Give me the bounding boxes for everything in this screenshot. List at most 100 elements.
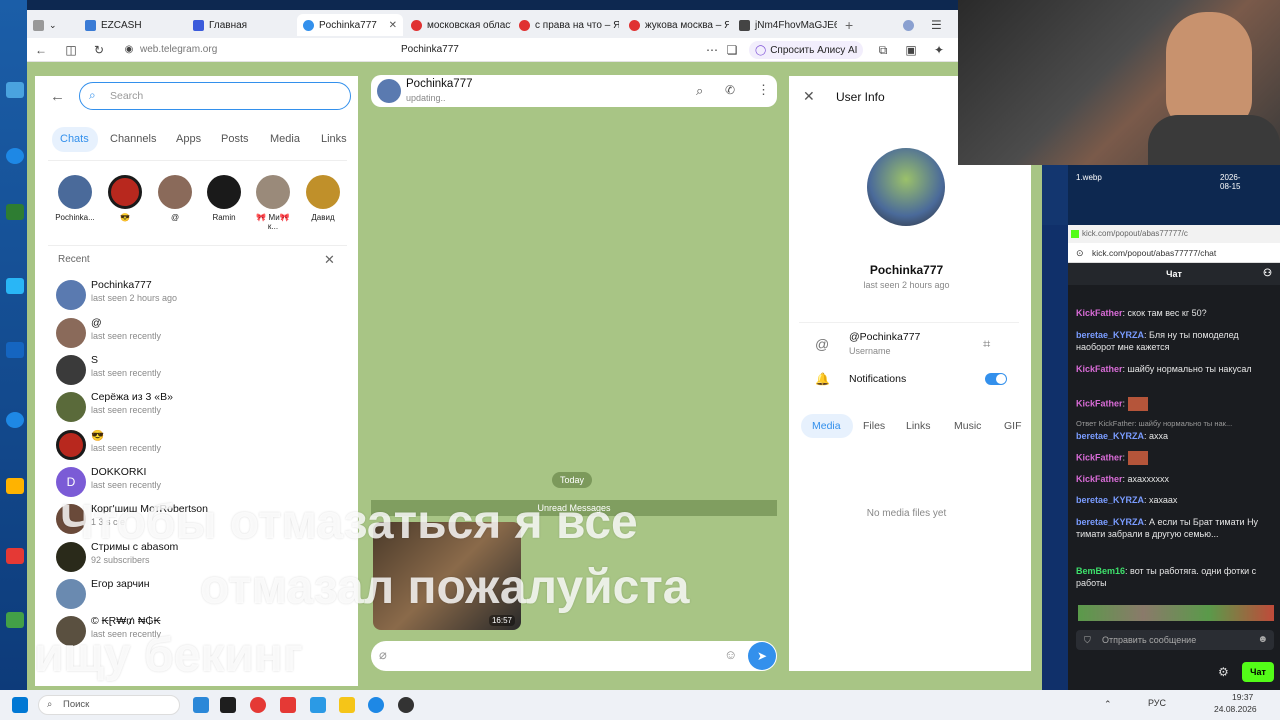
close-icon[interactable]: ✕	[803, 88, 815, 105]
phone-icon[interactable]: ✆	[725, 83, 735, 97]
chat-username[interactable]: beretae_KYRZA	[1076, 517, 1144, 527]
chat-username[interactable]: KickFather	[1076, 308, 1123, 318]
clock-time[interactable]: 19:37	[1232, 692, 1253, 702]
folder-icon[interactable]	[339, 697, 355, 713]
avatar[interactable]	[867, 148, 945, 226]
browser-tab[interactable]: жукова москва – Я	[629, 14, 729, 36]
browser-tab[interactable]: EZCASH	[85, 14, 181, 36]
list-item[interactable]: @ last seen recently	[56, 316, 336, 352]
frequent-contact[interactable]: @	[154, 175, 196, 222]
list-item[interactable]: 😎 last seen recently	[56, 428, 336, 464]
desktop-icon[interactable]	[6, 278, 24, 294]
extension-icon[interactable]: ⧉	[875, 42, 891, 58]
chat-username[interactable]: KickFather	[1076, 364, 1123, 374]
chat-username[interactable]: beretae_KYRZA	[1076, 495, 1144, 505]
alice-button[interactable]: ◯ Спросить Алису AI	[749, 41, 864, 59]
kick-url-bar[interactable]: ⊙ kick.com/popout/abas77777/chat	[1068, 243, 1280, 263]
yandex-browser-icon[interactable]	[280, 697, 296, 713]
browser-tab[interactable]: jNm4FhovMaGJE6i	[739, 14, 837, 36]
send-button[interactable]: ➤	[748, 642, 776, 670]
chrome-icon[interactable]	[250, 697, 266, 713]
edge-icon[interactable]	[6, 148, 24, 164]
menu-icon[interactable]: ☰	[931, 14, 945, 36]
chat-send-button[interactable]: Чат	[1242, 662, 1274, 682]
desktop-icon[interactable]	[6, 548, 24, 564]
chat-username[interactable]: beretae_KYRZA	[1076, 330, 1144, 340]
gear-icon[interactable]: ⚙	[1218, 665, 1229, 679]
tabs-overview-icon[interactable]: ◫	[63, 42, 79, 58]
back-icon[interactable]: ←	[33, 42, 49, 58]
tray-arrow-icon[interactable]: ⌃	[1104, 699, 1112, 710]
desktop-icon[interactable]	[6, 478, 24, 494]
desktop-icon[interactable]	[6, 82, 24, 98]
chat-header[interactable]: Pochinka777 updating.. ⌕ ✆ ⋮	[371, 75, 777, 107]
shield-icon[interactable]: ◉	[121, 42, 137, 58]
qr-code-icon[interactable]: ⌗	[983, 336, 990, 352]
browser-tab[interactable]: московская област	[411, 14, 511, 36]
users-icon[interactable]: ⚇	[1263, 263, 1272, 285]
list-item[interactable]: Серёжа из 3 «В» last seen recently	[56, 390, 336, 426]
tab-music[interactable]: Music	[954, 420, 981, 432]
chat-username[interactable]: KickFather	[1076, 452, 1123, 462]
frequent-contact[interactable]: Давид	[302, 175, 344, 222]
browser-tab[interactable]: ⌄	[33, 14, 73, 36]
desktop-icon[interactable]	[6, 204, 24, 220]
taskbar-app-icon[interactable]	[193, 697, 209, 713]
tab-links[interactable]: Links	[906, 420, 931, 432]
desktop-icon[interactable]	[6, 342, 24, 358]
bookmark-icon[interactable]: ❏	[724, 42, 740, 58]
taskbar-app-icon[interactable]	[220, 697, 236, 713]
emoji-icon[interactable]: ☺	[724, 647, 737, 662]
tab-chats-label[interactable]: Chats	[60, 133, 89, 145]
obs-icon[interactable]	[398, 697, 414, 713]
back-arrow-icon[interactable]: ←	[50, 88, 65, 105]
attach-icon[interactable]: ⌀	[379, 647, 387, 663]
taskbar-search[interactable]: ⌕ Поиск	[38, 695, 180, 715]
emoji-icon[interactable]: ☻	[1257, 630, 1268, 650]
chat-username[interactable]: KickFather	[1076, 398, 1123, 408]
windows-start-icon[interactable]	[12, 697, 28, 713]
tab-apps[interactable]: Apps	[176, 133, 201, 145]
reload-icon[interactable]: ↻	[91, 42, 107, 58]
chat-username[interactable]: BemBem16	[1076, 566, 1125, 576]
extension-icon[interactable]: ▣	[903, 42, 919, 58]
edge-icon[interactable]	[368, 697, 384, 713]
browser-tab[interactable]: с права на что – Я	[519, 14, 619, 36]
chat-send-input[interactable]: ⛉ Отправить сообщение ☻	[1076, 630, 1274, 650]
emote-bar[interactable]	[1078, 605, 1274, 621]
search-input[interactable]: ⌕ Search	[79, 82, 351, 110]
desktop-icon[interactable]	[6, 612, 24, 628]
puzzle-icon[interactable]: ✦	[931, 42, 947, 58]
frequent-contact[interactable]: 😎	[104, 175, 146, 222]
more-icon[interactable]: ⋯	[704, 42, 720, 58]
chat-username[interactable]: KickFather	[1076, 474, 1123, 484]
edge-icon[interactable]	[6, 412, 24, 428]
list-item[interactable]: Pochinka777 last seen 2 hours ago	[56, 278, 336, 314]
close-icon[interactable]: ✕	[324, 252, 335, 268]
frequent-contact[interactable]: Ramin	[203, 175, 245, 222]
new-tab-button[interactable]: +	[845, 14, 863, 36]
tab-channels[interactable]: Channels	[110, 133, 156, 145]
taskbar-app-icon[interactable]	[310, 697, 326, 713]
url-text[interactable]: web.telegram.org	[140, 44, 217, 55]
message-input[interactable]: ⌀ ☺	[371, 641, 777, 671]
close-tab-icon[interactable]: ✕	[389, 20, 397, 31]
chat-username[interactable]: beretae_KYRZA	[1076, 431, 1144, 441]
tab-files[interactable]: Files	[863, 420, 885, 432]
tab-posts[interactable]: Posts	[221, 133, 249, 145]
tab-media[interactable]: Media	[812, 420, 841, 432]
search-icon[interactable]: ⌕	[696, 83, 703, 99]
notifications-toggle[interactable]	[985, 373, 1007, 385]
list-item[interactable]: Slast seen recently	[56, 353, 336, 389]
profile-icon[interactable]	[903, 14, 917, 36]
tab-media[interactable]: Media	[270, 133, 300, 145]
more-vertical-icon[interactable]: ⋮	[757, 82, 770, 98]
tab-gif[interactable]: GIF	[1004, 420, 1022, 432]
browser-tab[interactable]: Главная	[193, 14, 297, 36]
browser-tab-active[interactable]: Pochinka777 ✕	[297, 14, 403, 36]
frequent-contact[interactable]: Pochinka...	[54, 175, 96, 222]
frequent-contact[interactable]: 🎀 Ми🎀к...	[252, 175, 294, 231]
username-value[interactable]: @Pochinka777	[849, 331, 920, 343]
tab-links[interactable]: Links	[321, 133, 347, 145]
language-indicator[interactable]: РУС	[1148, 698, 1166, 708]
